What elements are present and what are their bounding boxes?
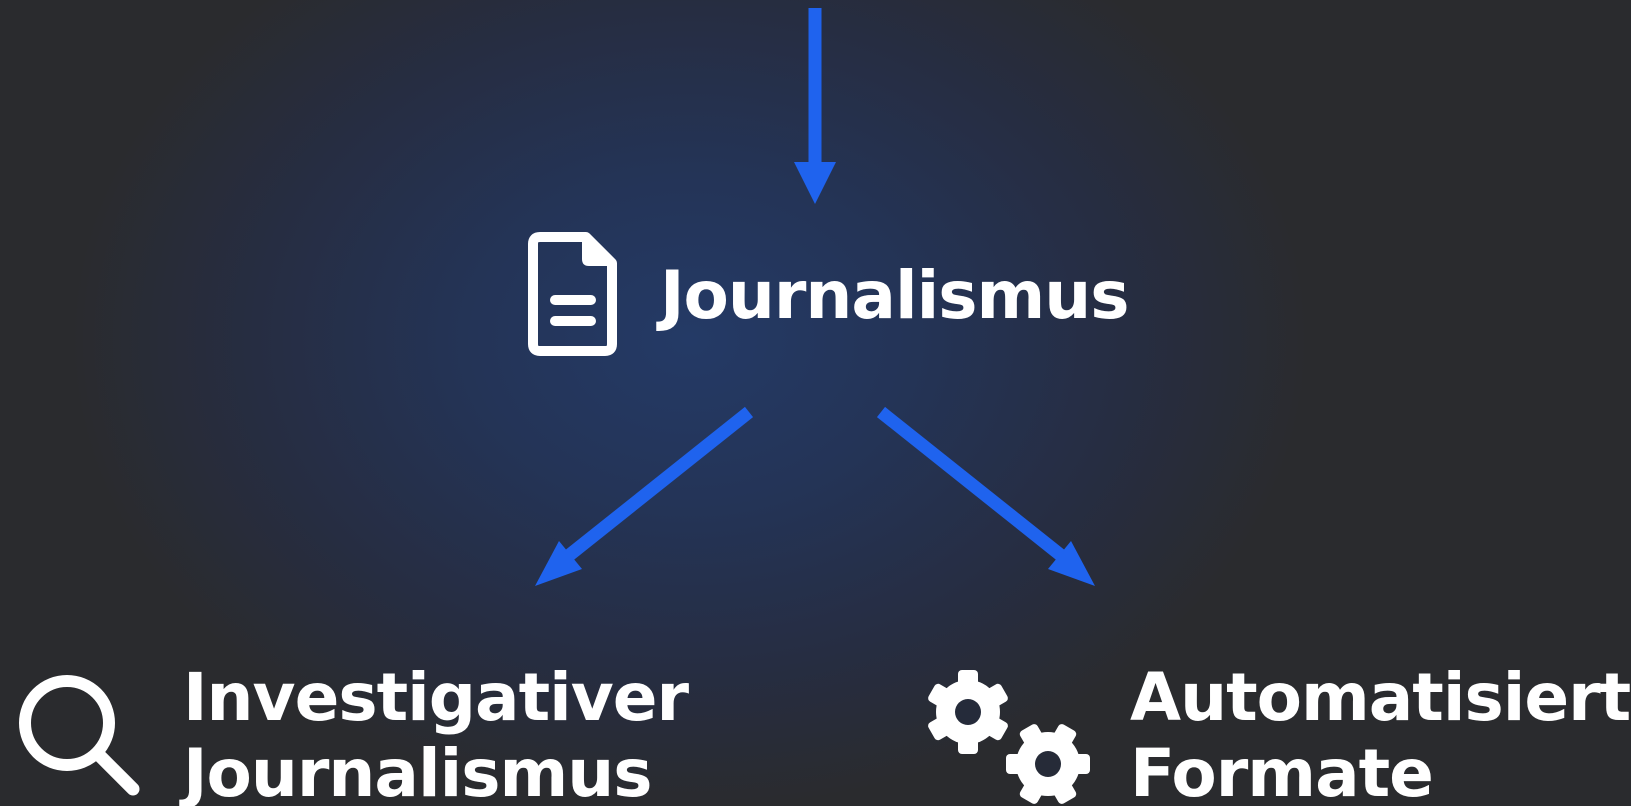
document-icon [528, 232, 617, 356]
node-journalismus: Journalismus [660, 257, 1130, 334]
gears-icon [928, 670, 1090, 804]
arrow-right [876, 406, 1095, 586]
node-investigativer-journalismus: Investigativer Journalismus [183, 659, 689, 806]
node-right-line1: Automatisierte [1130, 659, 1631, 736]
arrow-left [535, 406, 754, 586]
node-automatisierte-formate: Automatisierte Formate [1130, 660, 1631, 806]
node-left-line2: Journalismus [183, 735, 653, 806]
gear-icon [1006, 724, 1090, 804]
node-right-line2: Formate [1130, 735, 1434, 806]
search-icon [19, 675, 140, 796]
arrow-top [794, 8, 836, 204]
node-left-line1: Investigativer [183, 659, 689, 736]
gear-icon [928, 670, 1008, 754]
